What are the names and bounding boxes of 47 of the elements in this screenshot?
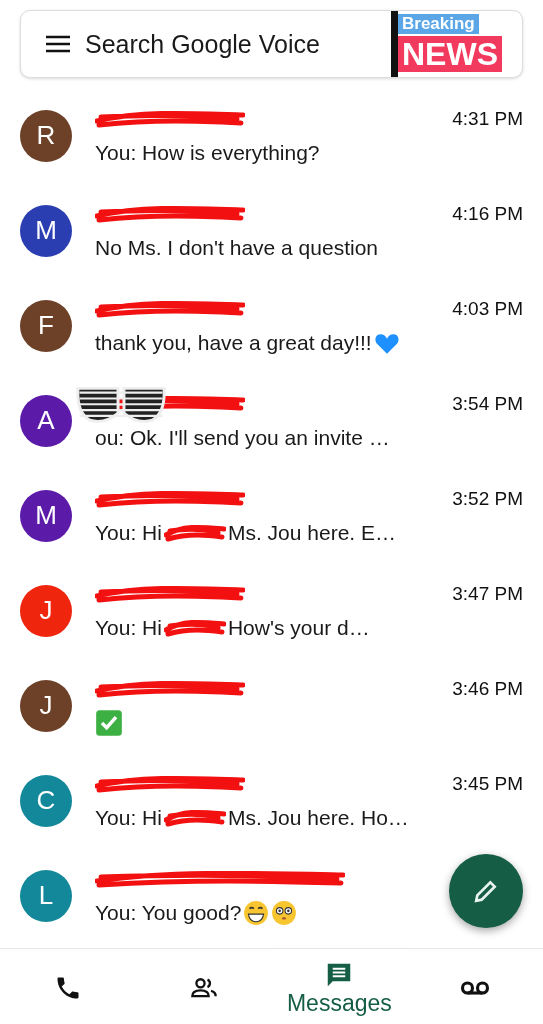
conversation-row[interactable]: J 3:46 PM [0, 658, 543, 753]
flushed-face-icon [271, 899, 298, 926]
avatar: J [20, 679, 72, 732]
conversation-row[interactable]: A 3:54 PM ou: Ok. I'll send you an invite … [0, 373, 543, 468]
message-text: You: You good? [95, 900, 242, 925]
sticker-text: Breaking [398, 14, 479, 34]
voicemail-icon [460, 978, 491, 998]
avatar: L [20, 869, 72, 922]
message-text: How's your d… [227, 615, 370, 640]
message-text: No Ms. I don't have a question [95, 235, 378, 260]
message-text: ou: Ok. I'll send you an invite … [95, 425, 390, 450]
compose-button[interactable] [449, 854, 523, 928]
avatar: A [20, 394, 72, 447]
pencil-icon [473, 878, 499, 904]
message-text: You: Hi [95, 805, 162, 830]
conversation-row[interactable]: M 4:16 PM No Ms. I don't have a question [0, 183, 543, 278]
avatar: R [20, 109, 72, 162]
message-time: 4:31 PM [452, 107, 523, 130]
message-time: 4:03 PM [452, 297, 523, 320]
message-time: 3:45 PM [452, 772, 523, 795]
conversation-row[interactable]: L You: You good? [0, 848, 543, 943]
avatar: M [20, 489, 72, 542]
message-text: You: How is everything? [95, 140, 320, 165]
avatar: J [20, 584, 72, 637]
message-time: 3:52 PM [452, 487, 523, 510]
conversation-row[interactable]: R 4:31 PM You: How is everything? [0, 88, 543, 183]
sticker-text: NEWS [398, 36, 502, 72]
conversation-row[interactable]: M 3:52 PM You: Hi Ms. Jou here. E… [0, 468, 543, 563]
message-text: You: Hi [95, 520, 162, 545]
avatar: F [20, 299, 72, 352]
message-time: 3:54 PM [452, 392, 523, 415]
check-icon [95, 708, 123, 737]
conversation-row[interactable]: F 4:03 PM thank you, have a great day!!! [0, 278, 543, 373]
message-text: Ms. Jou here. Ho… [227, 805, 409, 830]
search-bar[interactable]: Search Google Voice Breaking NEWS [20, 10, 523, 78]
grinning-face-icon [243, 899, 270, 926]
menu-icon[interactable] [45, 34, 71, 54]
message-time: 3:46 PM [452, 677, 523, 700]
conversation-row[interactable]: J 3:47 PM You: Hi How's your d… [0, 563, 543, 658]
conversation-row[interactable]: C 3:45 PM You: Hi Ms. Jou here. Ho… [0, 753, 543, 848]
message-text: Ms. Jou here. E… [227, 520, 396, 545]
avatar: M [20, 204, 72, 257]
message-text: You: Hi [95, 615, 162, 640]
message-time: 3:47 PM [452, 582, 523, 605]
avatar: C [20, 774, 72, 827]
message-text: thank you, have a great day!!! [95, 330, 372, 355]
message-time: 4:16 PM [452, 202, 523, 225]
